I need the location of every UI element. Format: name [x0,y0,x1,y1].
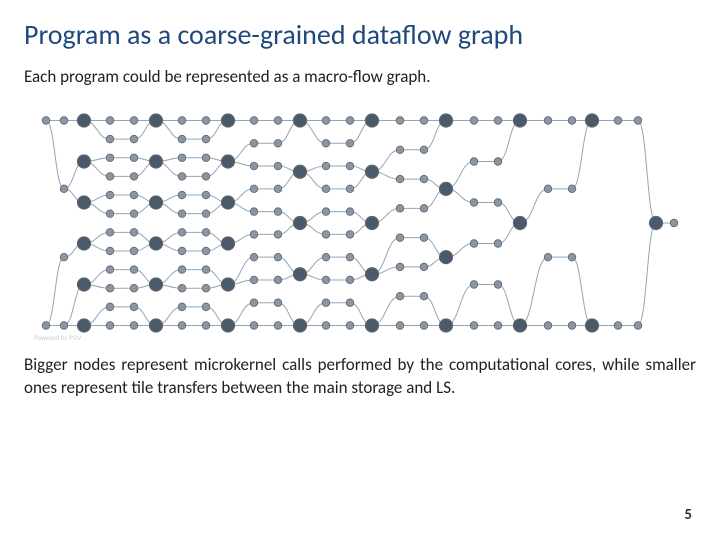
page-title: Program as a coarse-grained dataflow gra… [24,18,696,52]
figure-watermark: Powered by POV [34,333,81,342]
dataflow-graph-svg [28,98,688,348]
description-text: Bigger nodes represent microkernel calls… [24,354,696,400]
slide-container: Program as a coarse-grained dataflow gra… [0,0,720,540]
dataflow-graph-figure: Powered by POV [28,98,688,348]
page-number: 5 [684,506,692,524]
subtitle-text: Each program could be represented as a m… [24,66,696,88]
